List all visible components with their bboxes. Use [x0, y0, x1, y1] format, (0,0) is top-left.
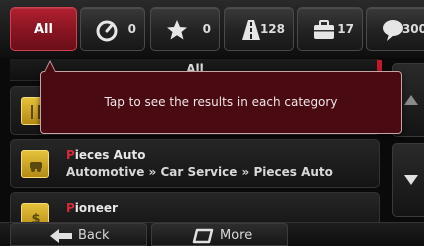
tab-places-count: 17: [337, 22, 354, 36]
tab-speed-count: 0: [127, 22, 136, 36]
arrow-up-icon: [404, 95, 418, 105]
back-button-label: Back: [78, 228, 110, 243]
tooltip-text: Tap to see the results in each category: [104, 95, 338, 109]
more-icon: [192, 228, 214, 244]
tab-speed-cameras[interactable]: 0: [80, 7, 145, 51]
tab-all-label: All: [34, 21, 53, 37]
tab-online[interactable]: 300: [366, 7, 424, 51]
tab-favorites[interactable]: 0: [150, 7, 220, 51]
category-icon: [21, 150, 49, 178]
scroll-down-button[interactable]: [392, 143, 424, 217]
tab-roads-count: 128: [259, 22, 285, 36]
tab-roads[interactable]: 128: [224, 7, 294, 51]
arrow-down-icon: [404, 175, 418, 185]
result-name-match: P: [66, 148, 75, 162]
tooltip: Tap to see the results in each category: [40, 71, 402, 134]
more-button-label: More: [220, 228, 253, 243]
category-filter-bar: All 0 0 128 17 300: [0, 0, 424, 58]
result-name-match: P: [66, 201, 75, 215]
result-category-path: Automotive » Car Service » Pieces Auto: [66, 165, 333, 179]
arrow-left-icon: [50, 229, 72, 243]
tab-favorites-count: 0: [202, 22, 211, 36]
speedometer-icon: [96, 20, 118, 42]
list-item[interactable]: Pieces Auto Automotive » Car Service » P…: [10, 139, 380, 188]
tab-online-count: 300: [401, 22, 424, 36]
back-button[interactable]: Back: [10, 223, 147, 246]
result-name-rest: ieces Auto: [74, 148, 146, 162]
result-name: Pioneer: [66, 201, 118, 215]
tab-places[interactable]: 17: [297, 7, 363, 51]
result-name-rest: ioneer: [74, 201, 118, 215]
more-button[interactable]: More: [151, 223, 288, 246]
star-icon: [167, 20, 187, 40]
briefcase-icon: [314, 20, 334, 39]
car-service-icon: [30, 162, 42, 172]
tooltip-arrow-fill: [45, 62, 55, 72]
tab-all[interactable]: All: [10, 7, 77, 51]
result-name: Pieces Auto: [66, 148, 145, 162]
